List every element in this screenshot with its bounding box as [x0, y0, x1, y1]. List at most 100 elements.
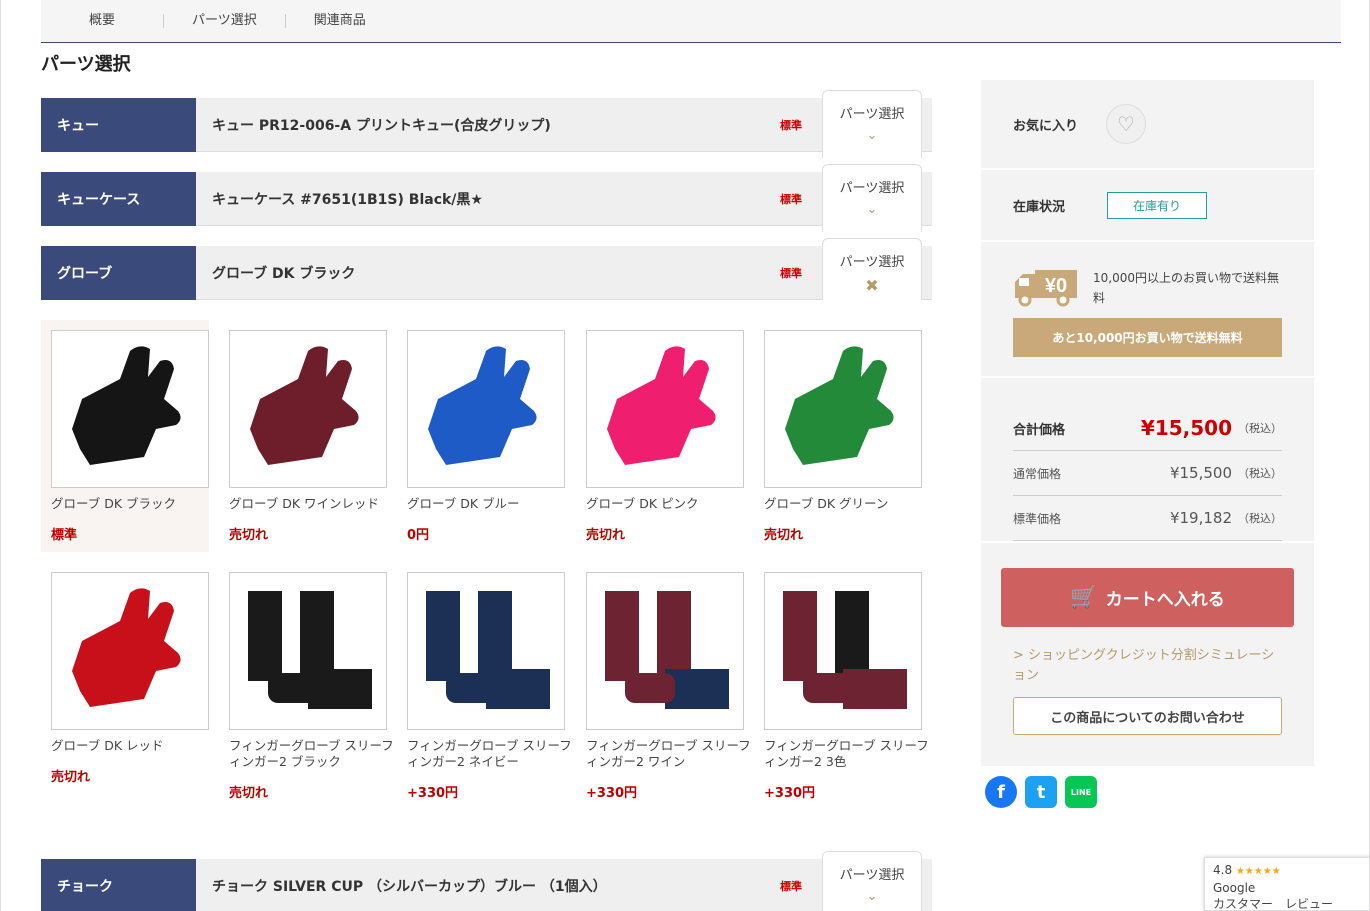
product-thumbnail[interactable] — [51, 330, 209, 488]
close-icon: ✖ — [865, 276, 879, 295]
product-thumbnail[interactable] — [764, 572, 922, 730]
tab-parts[interactable]: パーツ選択 — [164, 14, 286, 28]
product-thumbnail[interactable] — [407, 572, 565, 730]
part-row-cue: キュー キュー PR12-006-A プリントキュー(合皮グリップ) 標準 パー… — [41, 90, 932, 158]
tab-related[interactable]: 関連商品 — [286, 14, 394, 28]
tax-label: （税込） — [1238, 512, 1282, 525]
google-review-badge[interactable]: 4.8 ★★★★★ Google カスタマー レビュー — [1204, 857, 1370, 911]
shipping-progress-button: あと10,000円お買い物で送料無料 — [1013, 318, 1282, 357]
parts-select-label: パーツ選択 — [839, 255, 905, 270]
stock-badge: 在庫有り — [1107, 191, 1208, 219]
standard-badge: 標準 — [780, 192, 802, 206]
shipping-text: 10,000円以上のお買い物で送料無料 — [1093, 271, 1279, 305]
total-price-label: 合計価格 — [1013, 422, 1066, 438]
google-review-label: カスタマー レビュー — [1213, 897, 1334, 911]
standard-price-row: 標準価格 ¥19,182 （税込） — [1013, 496, 1282, 541]
line-icon[interactable]: LINE — [1065, 776, 1097, 808]
truck-icon: ¥0 — [1013, 268, 1077, 308]
product-name: グローブ DK ワインレッド — [229, 496, 380, 511]
product-name: フィンガーグローブ スリーフィンガー2 ブラック — [229, 738, 394, 769]
product-thumbnail[interactable] — [586, 330, 744, 488]
product-price: 売切れ — [229, 786, 269, 801]
product-name: フィンガーグローブ スリーフィンガー2 ネイビー — [407, 738, 572, 769]
chevron-down-icon: ⌄ — [866, 128, 878, 143]
add-to-cart-button[interactable]: 🛒 カートへ入れる — [1001, 568, 1294, 627]
glove-option-card[interactable]: グローブ DK ブラック 標準 — [41, 320, 209, 552]
product-name: グローブ DK グリーン — [764, 496, 889, 511]
part-name: グローブ DK ブラック — [212, 265, 356, 282]
parts-select-button[interactable]: パーツ選択 ⌄ — [822, 164, 922, 232]
product-price: 売切れ — [764, 528, 804, 543]
part-label: グローブ — [41, 246, 196, 300]
rating-stars-icon: ★★★★★ — [1235, 866, 1281, 877]
parts-select-button[interactable]: パーツ選択 ⌄ — [822, 90, 922, 158]
price-block: 合計価格 ¥15,500 （税込） 通常価格 ¥15,500 （税込） 標準価格… — [981, 378, 1314, 543]
glove-option-card[interactable]: フィンガーグローブ スリーフィンガー2 ブラック売切れ — [229, 572, 397, 801]
glove-option-card[interactable]: グローブ DK ピンク 売切れ — [586, 330, 754, 543]
heart-icon[interactable]: ♡ — [1106, 104, 1147, 144]
product-price: +330円 — [407, 786, 459, 801]
social-share: f t LINE — [985, 776, 1097, 808]
product-price: 売切れ — [51, 770, 91, 785]
chevron-down-icon: ⌄ — [866, 889, 878, 904]
part-label: キュー — [41, 98, 196, 152]
facebook-icon[interactable]: f — [985, 776, 1017, 808]
part-label: チョーク — [41, 859, 196, 911]
shipping-block: ¥0 10,000円以上のお買い物で送料無料 あと10,000円お買い物で送料無… — [981, 242, 1314, 378]
part-body: グローブ DK ブラック 標準 パーツ選択 ✖ — [196, 238, 932, 300]
tax-label: （税込） — [1238, 467, 1282, 480]
product-name: グローブ DK ブルー — [407, 496, 520, 511]
favorite-label: お気に入り — [1013, 118, 1079, 134]
purchase-sidebar: お気に入り ♡ 在庫状況 在庫有り ¥0 10,000円以上のお買い物で送料無料… — [981, 80, 1314, 766]
product-price: +330円 — [586, 786, 638, 801]
standard-badge: 標準 — [780, 118, 802, 132]
product-thumbnail[interactable] — [229, 572, 387, 730]
product-thumbnail[interactable] — [51, 572, 209, 730]
product-price: 0円 — [407, 528, 430, 543]
parts-select-label: パーツ選択 — [839, 181, 905, 196]
regular-price-value: ¥15,500 — [1169, 464, 1232, 482]
glove-option-card[interactable]: グローブ DK ワインレッド 売切れ — [229, 330, 397, 543]
tax-label: （税込） — [1238, 422, 1282, 435]
stock-row: 在庫状況 在庫有り — [981, 170, 1314, 242]
credit-simulation-link[interactable]: > ショッピングクレジット分割シミュレーション — [1013, 646, 1283, 686]
cart-icon: 🛒 — [1070, 585, 1098, 610]
standard-badge: 標準 — [780, 266, 802, 280]
product-thumbnail[interactable] — [764, 330, 922, 488]
glove-option-card[interactable]: フィンガーグローブ スリーフィンガー2 ネイビー +330円 — [407, 572, 575, 801]
regular-price-label: 通常価格 — [1013, 466, 1062, 481]
favorite-row: お気に入り ♡ — [981, 80, 1314, 170]
parts-select-button[interactable]: パーツ選択 ⌄ — [822, 851, 922, 911]
parts-select-button[interactable]: パーツ選択 ✖ — [822, 238, 922, 300]
glove-option-card[interactable]: グローブ DK グリーン 売切れ — [764, 330, 932, 543]
part-name: キュー PR12-006-A プリントキュー(合皮グリップ) — [212, 117, 551, 134]
parts-select-label: パーツ選択 — [839, 107, 905, 122]
product-name: フィンガーグローブ スリーフィンガー2 ワイン — [586, 738, 751, 769]
product-thumbnail[interactable] — [586, 572, 744, 730]
glove-option-card[interactable]: グローブ DK レッド 売切れ — [51, 572, 219, 785]
product-thumbnail[interactable] — [229, 330, 387, 488]
glove-option-card[interactable]: フィンガーグローブ スリーフィンガー2 3色 +330円 — [764, 572, 932, 801]
glove-option-card[interactable]: フィンガーグローブ スリーフィンガー2 ワイン +330円 — [586, 572, 754, 801]
product-name: フィンガーグローブ スリーフィンガー2 3色 — [764, 738, 929, 769]
regular-price-row: 通常価格 ¥15,500 （税込） — [1013, 451, 1282, 496]
stock-label: 在庫状況 — [1013, 199, 1066, 215]
twitter-icon[interactable]: t — [1025, 776, 1057, 808]
parts-select-label: パーツ選択 — [839, 868, 905, 883]
chevron-down-icon: ⌄ — [866, 202, 878, 217]
product-price: 売切れ — [586, 528, 626, 543]
product-price: +330円 — [764, 786, 816, 801]
tab-overview[interactable]: 概要 — [41, 14, 165, 28]
product-thumbnail[interactable] — [407, 330, 565, 488]
google-rating: 4.8 — [1213, 863, 1233, 877]
part-body: チョーク SILVER CUP （シルバーカップ）ブルー （1個入） 標準 パー… — [196, 851, 932, 911]
part-row-cue-case: キューケース キューケース #7651(1B1S) Black/黒★ 標準 パー… — [41, 164, 932, 232]
glove-option-card[interactable]: グローブ DK ブルー 0円 — [407, 330, 575, 543]
standard-price-label: 標準価格 — [1013, 511, 1062, 526]
inquiry-button[interactable]: この商品についてのお問い合わせ — [1013, 697, 1282, 735]
part-label: キューケース — [41, 172, 196, 226]
total-price-row: 合計価格 ¥15,500 （税込） — [1013, 406, 1282, 451]
tab-bar: 概要 パーツ選択 関連商品 — [41, 0, 1341, 43]
standard-badge: 標準 — [780, 879, 802, 893]
product-name: グローブ DK ピンク — [586, 496, 699, 511]
